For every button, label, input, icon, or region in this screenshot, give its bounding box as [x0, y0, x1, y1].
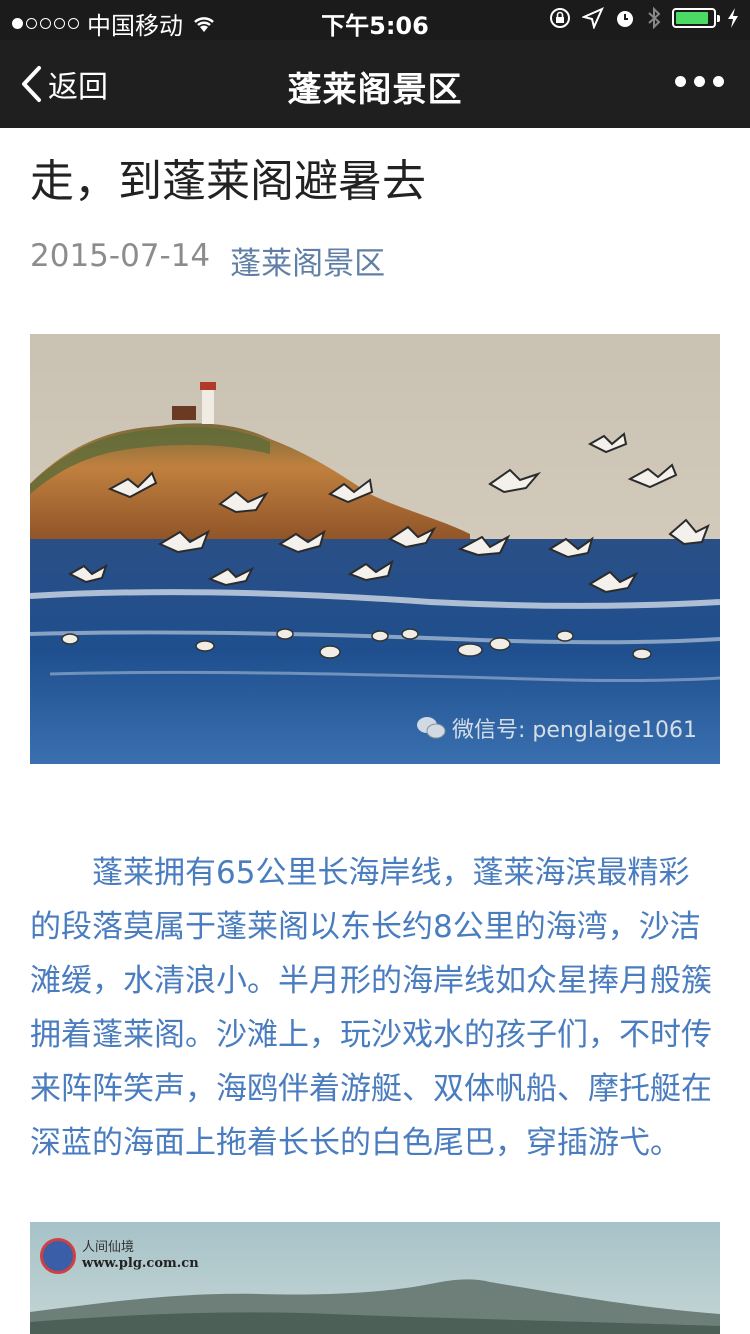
pavilion-logo-icon — [40, 1238, 76, 1274]
more-dots-icon[interactable] — [675, 76, 724, 87]
logo-text: 人间仙境 www.plg.com.cn — [82, 1240, 199, 1272]
article-paragraph: 蓬莱拥有65公里长海岸线，蓬莱海滨最精彩的段落莫属于蓬莱阁以东长约8公里的海湾，… — [30, 855, 712, 1161]
article-title: 走，到蓬莱阁避暑去 — [30, 156, 426, 207]
logo-title: 人间仙境 — [82, 1240, 135, 1255]
wechat-icon — [417, 717, 446, 739]
bluetooth-icon — [648, 6, 661, 30]
article-meta: 2015-07-14 蓬莱阁景区 — [30, 238, 385, 283]
location-arrow-icon — [582, 7, 604, 29]
scenic-area-logo: 人间仙境 www.plg.com.cn — [40, 1238, 199, 1274]
photo-watermark: 微信号: penglaige1061 — [416, 712, 697, 744]
logo-url: www.plg.com.cn — [82, 1256, 199, 1271]
account-link[interactable]: 蓬莱阁景区 — [230, 238, 385, 283]
navigation-bar: 返回 蓬莱阁景区 — [0, 40, 750, 128]
battery-icon — [672, 8, 720, 28]
seagulls-photo — [30, 334, 720, 764]
charging-bolt-icon — [728, 8, 738, 28]
publish-date: 2015-07-14 — [30, 238, 211, 274]
status-bar: 中国移动 下午5:06 — [0, 0, 750, 40]
watermark-text: 微信号: penglaige1061 — [452, 718, 698, 743]
rotation-lock-icon — [550, 8, 570, 28]
alarm-clock-icon — [617, 11, 633, 27]
nav-title: 蓬莱阁景区 — [287, 70, 463, 110]
status-right — [548, 6, 740, 30]
